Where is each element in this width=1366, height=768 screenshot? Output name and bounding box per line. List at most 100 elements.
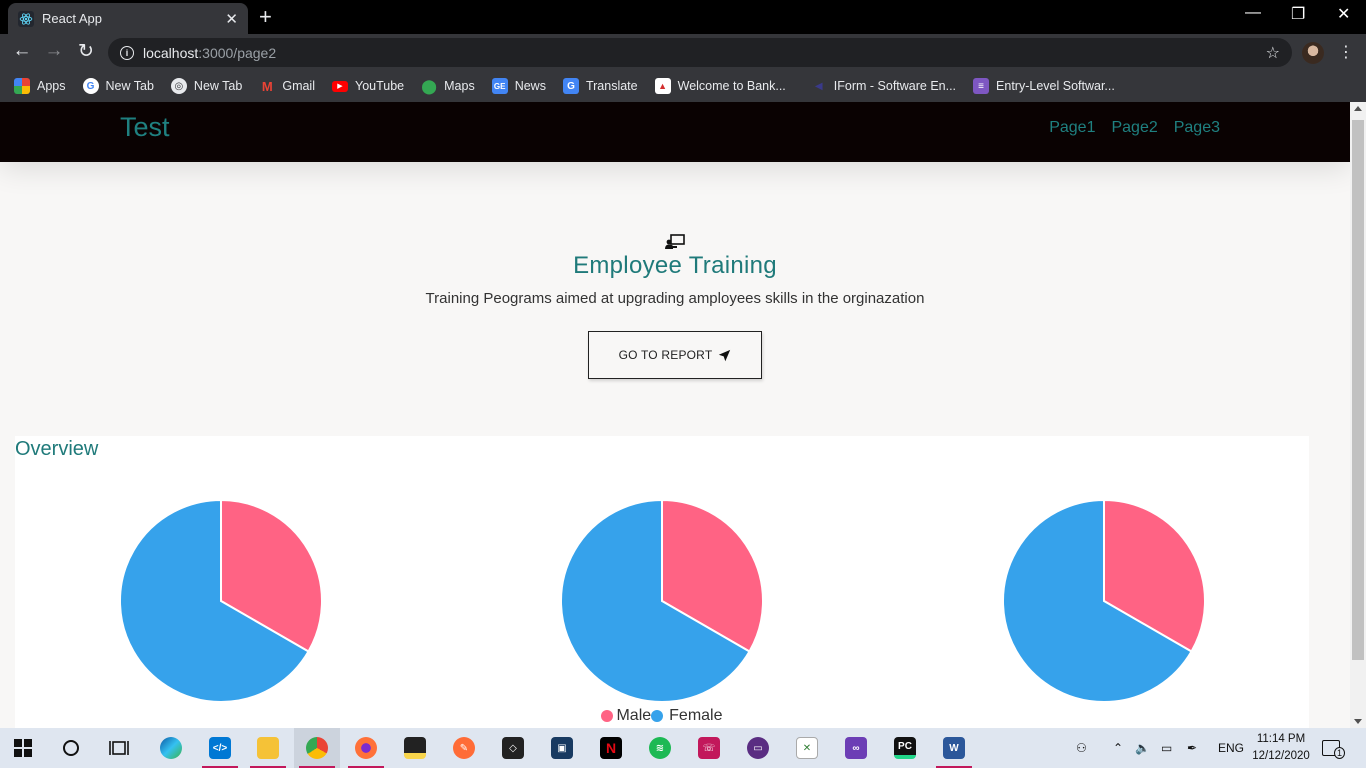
- browser-toolbar: ← → ↻ i localhost:3000/page2 ☆ ⋮: [0, 34, 1366, 70]
- bookmark-star-icon[interactable]: ☆: [1266, 43, 1280, 63]
- scroll-up-icon[interactable]: [1354, 106, 1362, 111]
- profile-avatar[interactable]: [1302, 42, 1324, 64]
- tab-title: React App: [42, 11, 102, 26]
- hero-title: Employee Training: [573, 252, 777, 279]
- bookmark-translate[interactable]: G Translate: [562, 78, 638, 94]
- restore-icon[interactable]: ❐: [1291, 4, 1305, 24]
- menu-kebab-icon[interactable]: ⋮: [1338, 42, 1354, 62]
- pie-chart-3: [1002, 498, 1206, 703]
- list-icon: ≡: [973, 78, 990, 94]
- bookmark-label: New Tab: [193, 79, 243, 93]
- forward-icon[interactable]: →: [42, 40, 66, 62]
- url-path: :3000/page2: [198, 44, 277, 61]
- bookmark-apps[interactable]: Apps: [14, 78, 66, 94]
- youtube-icon: ▶: [332, 80, 348, 92]
- language-indicator[interactable]: ENG: [1218, 728, 1244, 768]
- legend-female-swatch: [651, 710, 664, 722]
- xampp-icon[interactable]: ✕: [784, 728, 830, 768]
- address-bar[interactable]: i localhost:3000/page2 ☆: [108, 38, 1292, 67]
- brand-title[interactable]: Test: [120, 112, 170, 143]
- edge-icon[interactable]: [148, 728, 194, 768]
- file-explorer-icon[interactable]: [245, 728, 291, 768]
- word-icon[interactable]: W: [931, 728, 977, 768]
- site-info-icon[interactable]: i: [120, 45, 134, 60]
- back-icon[interactable]: ←: [10, 40, 34, 62]
- bookmark-maps[interactable]: ⬤ Maps: [421, 77, 474, 94]
- bookmark-label: News: [514, 79, 546, 93]
- chrome-icon[interactable]: [294, 728, 340, 768]
- people-icon[interactable]: ⚇: [1076, 728, 1087, 768]
- virtualbox-icon[interactable]: ▣: [539, 728, 585, 768]
- google-icon: G: [82, 78, 99, 94]
- spotify-icon[interactable]: ≋: [637, 728, 683, 768]
- bookmark-label: IForm - Software En...: [833, 79, 957, 93]
- hero-section: Employee Training Training Peograms aime…: [0, 206, 1350, 379]
- unity-icon[interactable]: ◇: [490, 728, 536, 768]
- nav-link-page2[interactable]: Page2: [1111, 119, 1157, 137]
- app-navbar: Test Page1 Page2 Page3: [0, 102, 1350, 162]
- bookmark-iform[interactable]: ◀ IForm - Software En...: [811, 78, 956, 94]
- bookmark-label: Apps: [37, 79, 66, 93]
- reload-icon[interactable]: ↻: [74, 40, 98, 63]
- search-icon[interactable]: [48, 728, 94, 768]
- pie-chart-2: [560, 498, 764, 703]
- bookmark-label: Welcome to Bank...: [677, 79, 786, 93]
- bookmark-label: Translate: [585, 79, 638, 93]
- new-tab-icon[interactable]: +: [259, 4, 272, 30]
- firefox-icon[interactable]: [343, 728, 389, 768]
- notifications-icon[interactable]: 1: [1322, 728, 1346, 768]
- close-tab-icon[interactable]: ✕: [225, 10, 238, 28]
- pie-chart-1: [119, 498, 323, 703]
- battery-icon[interactable]: ▭: [1161, 728, 1172, 768]
- globe-icon: ◎: [170, 78, 187, 94]
- nav-links: Page1 Page2 Page3: [1049, 119, 1220, 137]
- nav-link-page3[interactable]: Page3: [1174, 119, 1220, 137]
- bookmark-label: Gmail: [282, 79, 315, 93]
- bookmark-bank[interactable]: ▲ Welcome to Bank...: [654, 78, 786, 94]
- system-clock[interactable]: 11:14 PM 12/12/2020: [1250, 731, 1312, 765]
- training-presentation-icon: [664, 234, 686, 250]
- maps-icon: ⬤: [421, 77, 437, 94]
- volume-icon[interactable]: 🔈: [1135, 728, 1150, 768]
- bookmark-youtube[interactable]: ▶ YouTube: [332, 79, 404, 93]
- translate-icon: G: [562, 78, 579, 94]
- sticky-notes-icon[interactable]: [392, 728, 438, 768]
- browser-tabstrip: React App ✕ + — ❐ ✕: [0, 0, 1366, 34]
- legend-female-label[interactable]: Female: [669, 707, 722, 725]
- page-viewport: Test Page1 Page2 Page3 Employee Training…: [0, 102, 1350, 728]
- whatsapp-icon[interactable]: ☏: [686, 728, 732, 768]
- pen-icon[interactable]: ✒: [1187, 728, 1197, 768]
- bookmark-label: YouTube: [355, 79, 405, 93]
- scroll-thumb[interactable]: [1352, 120, 1364, 660]
- vscode-icon[interactable]: </>: [197, 728, 243, 768]
- iform-icon: ◀: [814, 80, 823, 92]
- window-close-icon[interactable]: ✕: [1337, 4, 1350, 24]
- bookmark-gmail[interactable]: M Gmail: [259, 78, 315, 94]
- app-icon[interactable]: ▭: [735, 728, 781, 768]
- tray-chevron-icon[interactable]: ⌃: [1113, 728, 1123, 768]
- visual-studio-icon[interactable]: ∞: [833, 728, 879, 768]
- apps-grid-icon: [14, 78, 30, 94]
- bookmark-new-tab-1[interactable]: G New Tab: [82, 78, 154, 94]
- clock-date: 12/12/2020: [1252, 750, 1310, 762]
- start-icon[interactable]: [0, 728, 46, 768]
- minimize-icon[interactable]: —: [1245, 4, 1261, 22]
- bookmark-entry-level[interactable]: ≡ Entry-Level Softwar...: [973, 78, 1115, 94]
- overview-title: Overview: [15, 438, 99, 460]
- legend-male-label[interactable]: Male: [616, 707, 651, 725]
- browser-tab[interactable]: React App ✕: [8, 3, 248, 34]
- scroll-down-icon[interactable]: [1354, 719, 1362, 724]
- postman-icon[interactable]: ✎: [441, 728, 487, 768]
- news-icon: GE: [491, 78, 508, 94]
- netflix-icon[interactable]: N: [588, 728, 634, 768]
- bookmark-label: New Tab: [105, 79, 154, 93]
- hero-subtitle: Training Peograms aimed at upgrading amp…: [425, 290, 925, 307]
- bookmark-new-tab-2[interactable]: ◎ New Tab: [170, 78, 243, 94]
- task-view-icon[interactable]: [96, 728, 142, 768]
- legend-male-swatch: [601, 710, 614, 722]
- page-scrollbar[interactable]: [1350, 102, 1366, 728]
- pycharm-icon[interactable]: PC: [882, 728, 928, 768]
- nav-link-page1[interactable]: Page1: [1049, 119, 1095, 137]
- bookmark-news[interactable]: GE News: [491, 78, 546, 94]
- go-to-report-button[interactable]: GO TO REPORT: [588, 331, 762, 379]
